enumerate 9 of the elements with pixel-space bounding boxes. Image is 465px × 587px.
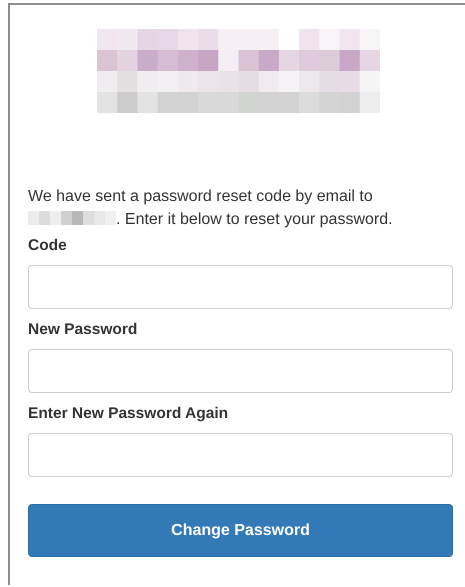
change-password-button[interactable]: Change Password [28,504,453,557]
message-text: We have sent a password reset code by email to [28,188,373,205]
field-label: Code [28,237,68,255]
input-field[interactable] [28,349,453,393]
field-label: New Password [28,321,138,339]
field-label: Enter New Password Again [28,405,230,423]
input-field[interactable] [28,265,453,309]
input-field[interactable] [28,433,453,477]
message-text: . Enter it below to reset your password. [116,211,393,228]
